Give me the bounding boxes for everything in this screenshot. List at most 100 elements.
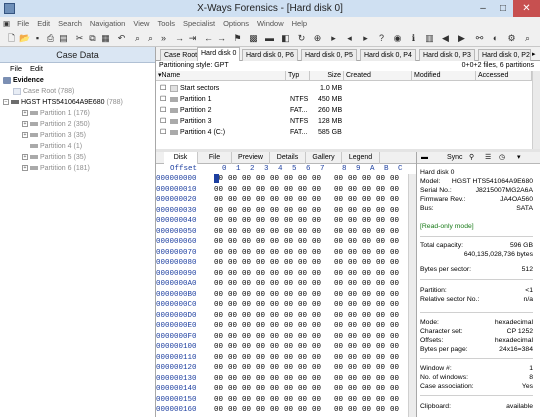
sync-button[interactable]: Sync: [447, 152, 463, 164]
hex-byte[interactable]: 00: [228, 363, 237, 373]
hex-byte[interactable]: 00: [376, 363, 385, 373]
hex-byte[interactable]: 00: [242, 374, 251, 384]
hex-byte[interactable]: 00: [348, 342, 357, 352]
hex-byte[interactable]: 00: [362, 269, 371, 279]
hex-byte[interactable]: 00: [348, 384, 357, 394]
hex-byte[interactable]: 00: [312, 332, 321, 342]
hex-byte[interactable]: 00: [284, 195, 293, 205]
hex-byte[interactable]: 00: [284, 185, 293, 195]
tab-case-root[interactable]: Case Root: [160, 49, 202, 61]
hex-byte[interactable]: 00: [228, 321, 237, 331]
hex-byte[interactable]: 00: [348, 258, 357, 268]
hex-byte[interactable]: 00: [284, 342, 293, 352]
hex-byte[interactable]: 00: [362, 237, 371, 247]
hex-row[interactable]: 0000000A0 00 00 00 00 00 00 00 00 00 00 00 00 00: [156, 279, 408, 289]
hex-byte[interactable]: 00: [334, 174, 343, 184]
hex-byte[interactable]: 00: [270, 405, 279, 415]
hex-byte[interactable]: 00: [228, 258, 237, 268]
hex-byte[interactable]: 00: [228, 374, 237, 384]
hex-byte[interactable]: 00: [362, 227, 371, 237]
hex-byte[interactable]: 00: [334, 279, 343, 289]
hex-byte[interactable]: 00: [362, 300, 371, 310]
hex-byte[interactable]: 00: [214, 195, 223, 205]
tree-item-partition[interactable]: + Partition 6 (181): [22, 164, 90, 174]
hex-byte[interactable]: 00: [256, 195, 265, 205]
back-icon[interactable]: ←: [203, 33, 214, 44]
hex-byte[interactable]: 00: [284, 237, 293, 247]
print-icon[interactable]: ⎙: [45, 33, 56, 44]
hex-byte[interactable]: 00: [256, 342, 265, 352]
hex-byte[interactable]: 00: [228, 290, 237, 300]
col-created[interactable]: Created: [344, 71, 412, 81]
hex-row[interactable]: 000000110 00 00 00 00 00 00 00 00 00 00 00 00 00: [156, 353, 408, 363]
hex-byte[interactable]: 00: [242, 216, 251, 226]
checkbox[interactable]: ☐: [160, 105, 166, 116]
hex-byte[interactable]: 00: [242, 227, 251, 237]
hex-byte[interactable]: 00: [390, 300, 399, 310]
menu-window[interactable]: Window: [253, 19, 288, 28]
hex-byte[interactable]: 00: [334, 374, 343, 384]
hex-byte[interactable]: 00: [390, 279, 399, 289]
list-scrollbar[interactable]: [532, 71, 540, 149]
hex-byte[interactable]: 00: [242, 342, 251, 352]
hex-byte[interactable]: 00: [284, 321, 293, 331]
table-row[interactable]: ☐ Partition 3 NTFS 128 MB: [156, 116, 532, 127]
hex-byte[interactable]: 00: [376, 405, 385, 415]
hex-byte[interactable]: 00: [348, 363, 357, 373]
hex-byte[interactable]: 00: [390, 269, 399, 279]
menu-dropdown-icon[interactable]: ▾: [517, 152, 521, 164]
hex-byte[interactable]: 00: [298, 279, 307, 289]
hex-byte[interactable]: 00: [312, 363, 321, 373]
hex-byte[interactable]: 00: [390, 248, 399, 258]
hex-byte[interactable]: 00: [298, 216, 307, 226]
hex-byte[interactable]: 00: [348, 227, 357, 237]
hex-byte[interactable]: 00: [284, 332, 293, 342]
tab-hard-disk-0-p3[interactable]: Hard disk 0, P3: [419, 49, 475, 61]
hex-byte[interactable]: 00: [362, 216, 371, 226]
hex-byte[interactable]: 00: [228, 216, 237, 226]
hex-byte[interactable]: 00: [390, 321, 399, 331]
find-next-icon[interactable]: »: [158, 33, 169, 44]
collapse-icon[interactable]: −: [3, 99, 9, 106]
hex-byte[interactable]: 00: [334, 405, 343, 415]
tab-scroll-icon[interactable]: ▸: [532, 50, 536, 58]
hex-byte[interactable]: 00: [214, 258, 223, 268]
play-icon[interactable]: ▸: [328, 33, 339, 44]
hex-byte[interactable]: 00: [298, 258, 307, 268]
step-back-icon[interactable]: ◂: [344, 33, 355, 44]
menu-tools[interactable]: Tools: [153, 19, 179, 28]
hex-byte[interactable]: 00: [228, 227, 237, 237]
hex-byte[interactable]: 00: [284, 258, 293, 268]
hex-row[interactable]: 000000010 00 00 00 00 00 00 00 00 00 00 00 00 00: [156, 185, 408, 195]
hex-byte[interactable]: 00: [348, 279, 357, 289]
hex-byte[interactable]: 00: [348, 321, 357, 331]
hex-byte[interactable]: 00: [298, 374, 307, 384]
hex-byte[interactable]: 00: [348, 195, 357, 205]
col-modified[interactable]: Modified: [412, 71, 476, 81]
hex-byte[interactable]: 00: [242, 300, 251, 310]
tab-legend[interactable]: Legend: [342, 152, 380, 164]
hex-scrollbar[interactable]: [408, 174, 416, 417]
tree-item-partition[interactable]: + Partition 2 (350): [22, 120, 90, 130]
hex-byte[interactable]: 00: [298, 174, 307, 184]
hex-byte[interactable]: 00: [242, 237, 251, 247]
hex-byte[interactable]: 00: [270, 237, 279, 247]
hex-byte[interactable]: 00: [390, 332, 399, 342]
zoom-icon[interactable]: ⊕: [312, 33, 323, 44]
hex-row[interactable]: 000000040 00 00 00 00 00 00 00 00 00 00 00 00 00: [156, 216, 408, 226]
hex-byte[interactable]: 00: [390, 237, 399, 247]
hex-byte[interactable]: 00: [298, 237, 307, 247]
hex-byte[interactable]: 00: [376, 227, 385, 237]
hex-byte[interactable]: 00: [284, 269, 293, 279]
find-text-icon[interactable]: ⌕: [132, 33, 143, 44]
hex-byte[interactable]: 00: [390, 174, 399, 184]
hex-byte[interactable]: 00: [348, 405, 357, 415]
hex-byte[interactable]: 00: [334, 300, 343, 310]
hex-byte[interactable]: 00: [256, 321, 265, 331]
hex-byte[interactable]: 00: [362, 342, 371, 352]
tab-hard-disk-0-p4[interactable]: Hard disk 0, P4: [360, 49, 416, 61]
hex-byte[interactable]: 00: [214, 311, 223, 321]
binoculars-icon[interactable]: ⚲: [469, 152, 474, 164]
hex-byte[interactable]: 00: [362, 185, 371, 195]
forward-icon[interactable]: →: [216, 33, 227, 44]
